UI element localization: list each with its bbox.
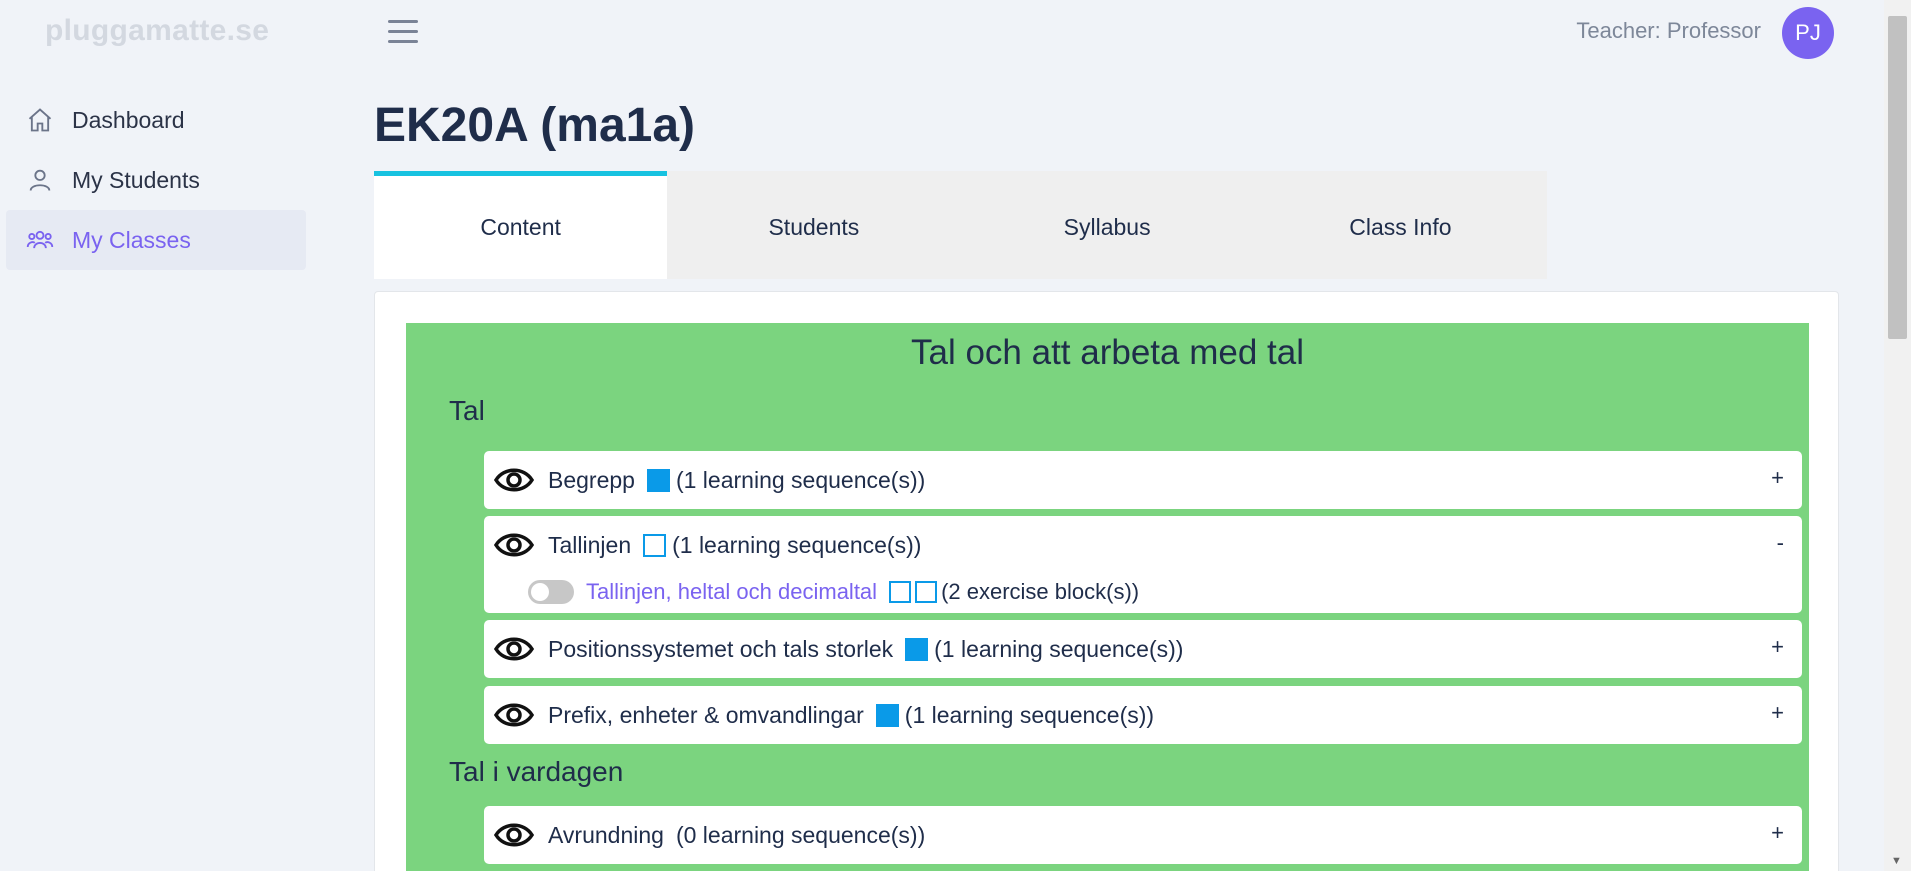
sidebar-item-my-students[interactable]: My Students [6, 150, 306, 210]
sidebar-item-label: My Students [72, 166, 200, 193]
topic-header: Prefix, enheter & omvandlingar (1 learni… [494, 686, 1154, 744]
topic-count: (0 learning sequence(s)) [675, 821, 926, 848]
topic-count: (1 learning sequence(s)) [934, 635, 1184, 662]
tab-students[interactable]: Students [667, 171, 960, 279]
exercise-block-marker [889, 581, 912, 603]
page-title: EK20A (ma1a) [374, 99, 696, 152]
topic-name: Tallinjen [548, 531, 632, 558]
progress-marker [643, 533, 667, 557]
expand-button[interactable]: + [1771, 700, 1784, 726]
subsection-title: Tal [449, 395, 485, 426]
learning-sequence-row: Tallinjen, heltal och decimaltal (2 exer… [528, 574, 1139, 610]
eye-icon[interactable] [494, 821, 534, 849]
progress-marker [875, 703, 899, 727]
tab-class-info[interactable]: Class Info [1254, 171, 1547, 279]
teacher-label: Teacher: Professor [1576, 18, 1761, 43]
topic-count: (1 learning sequence(s)) [672, 531, 922, 558]
collapse-button[interactable]: - [1777, 530, 1784, 556]
eye-icon[interactable] [494, 701, 534, 729]
topic-row[interactable]: Prefix, enheter & omvandlingar (1 learni… [484, 686, 1802, 744]
topic-count: (1 learning sequence(s)) [675, 466, 926, 493]
subsection-title: Tal i vardagen [449, 756, 624, 787]
topic-header: Positionssystemet och tals storlek (1 le… [494, 620, 1183, 678]
content-card: Tal och att arbeta med tal Tal Begrepp (… [374, 291, 1839, 871]
expand-button[interactable]: + [1771, 634, 1784, 660]
section-panel: Tal och att arbeta med tal Tal Begrepp (… [406, 323, 1809, 871]
hamburger-menu-icon[interactable] [388, 20, 418, 46]
tab-bar: Content Students Syllabus Class Info [374, 171, 1547, 279]
topic-header: Begrepp (1 learning sequence(s)) [494, 451, 925, 509]
scrollbar-thumb[interactable] [1888, 16, 1907, 339]
eye-icon[interactable] [494, 635, 534, 663]
exercise-block-marker [915, 581, 938, 603]
topic-row[interactable]: Avrundning (0 learning sequence(s)) + [484, 806, 1802, 864]
topic-header: Avrundning (0 learning sequence(s)) [494, 806, 925, 864]
topic-name: Prefix, enheter & omvandlingar [548, 701, 864, 728]
page-scrollbar[interactable]: ▼ [1884, 0, 1911, 871]
topic-row[interactable]: Tallinjen (1 learning sequence(s)) - Tal… [484, 516, 1802, 613]
topic-count: (1 learning sequence(s)) [904, 701, 1155, 728]
brand-logo-text[interactable]: pluggamatte.se [45, 14, 269, 48]
expand-button[interactable]: + [1771, 820, 1784, 846]
group-icon [26, 230, 54, 249]
sidebar-item-label: My Classes [72, 226, 191, 253]
topic-name: Begrepp [548, 466, 635, 493]
exercise-block-count: (2 exercise block(s)) [941, 579, 1140, 604]
progress-marker [905, 637, 929, 661]
section-title: Tal och att arbeta med tal [911, 333, 1304, 372]
sidebar: Dashboard My Students My Classes [6, 90, 306, 270]
topic-name: Positionssystemet och tals storlek [548, 635, 894, 662]
eye-icon[interactable] [494, 531, 534, 559]
user-icon [29, 169, 51, 191]
progress-marker [646, 468, 670, 492]
learning-sequence-link[interactable]: Tallinjen, heltal och decimaltal [586, 579, 877, 605]
sidebar-item-label: Dashboard [72, 106, 185, 133]
topic-row[interactable]: Begrepp (1 learning sequence(s)) + [484, 451, 1802, 509]
tab-syllabus[interactable]: Syllabus [961, 171, 1254, 279]
sidebar-item-dashboard[interactable]: Dashboard [6, 90, 306, 150]
expand-button[interactable]: + [1771, 465, 1784, 491]
topic-header: Tallinjen (1 learning sequence(s)) [494, 516, 921, 574]
avatar[interactable]: PJ [1782, 7, 1834, 59]
topic-name: Avrundning [548, 821, 664, 848]
tab-content[interactable]: Content [374, 171, 668, 279]
topic-row[interactable]: Positionssystemet och tals storlek (1 le… [484, 620, 1802, 678]
scroll-down-icon[interactable]: ▼ [1891, 855, 1903, 867]
sidebar-item-my-classes[interactable]: My Classes [6, 210, 306, 270]
eye-icon[interactable] [494, 466, 534, 494]
visibility-toggle-switch[interactable] [528, 580, 574, 604]
home-icon [28, 108, 52, 132]
